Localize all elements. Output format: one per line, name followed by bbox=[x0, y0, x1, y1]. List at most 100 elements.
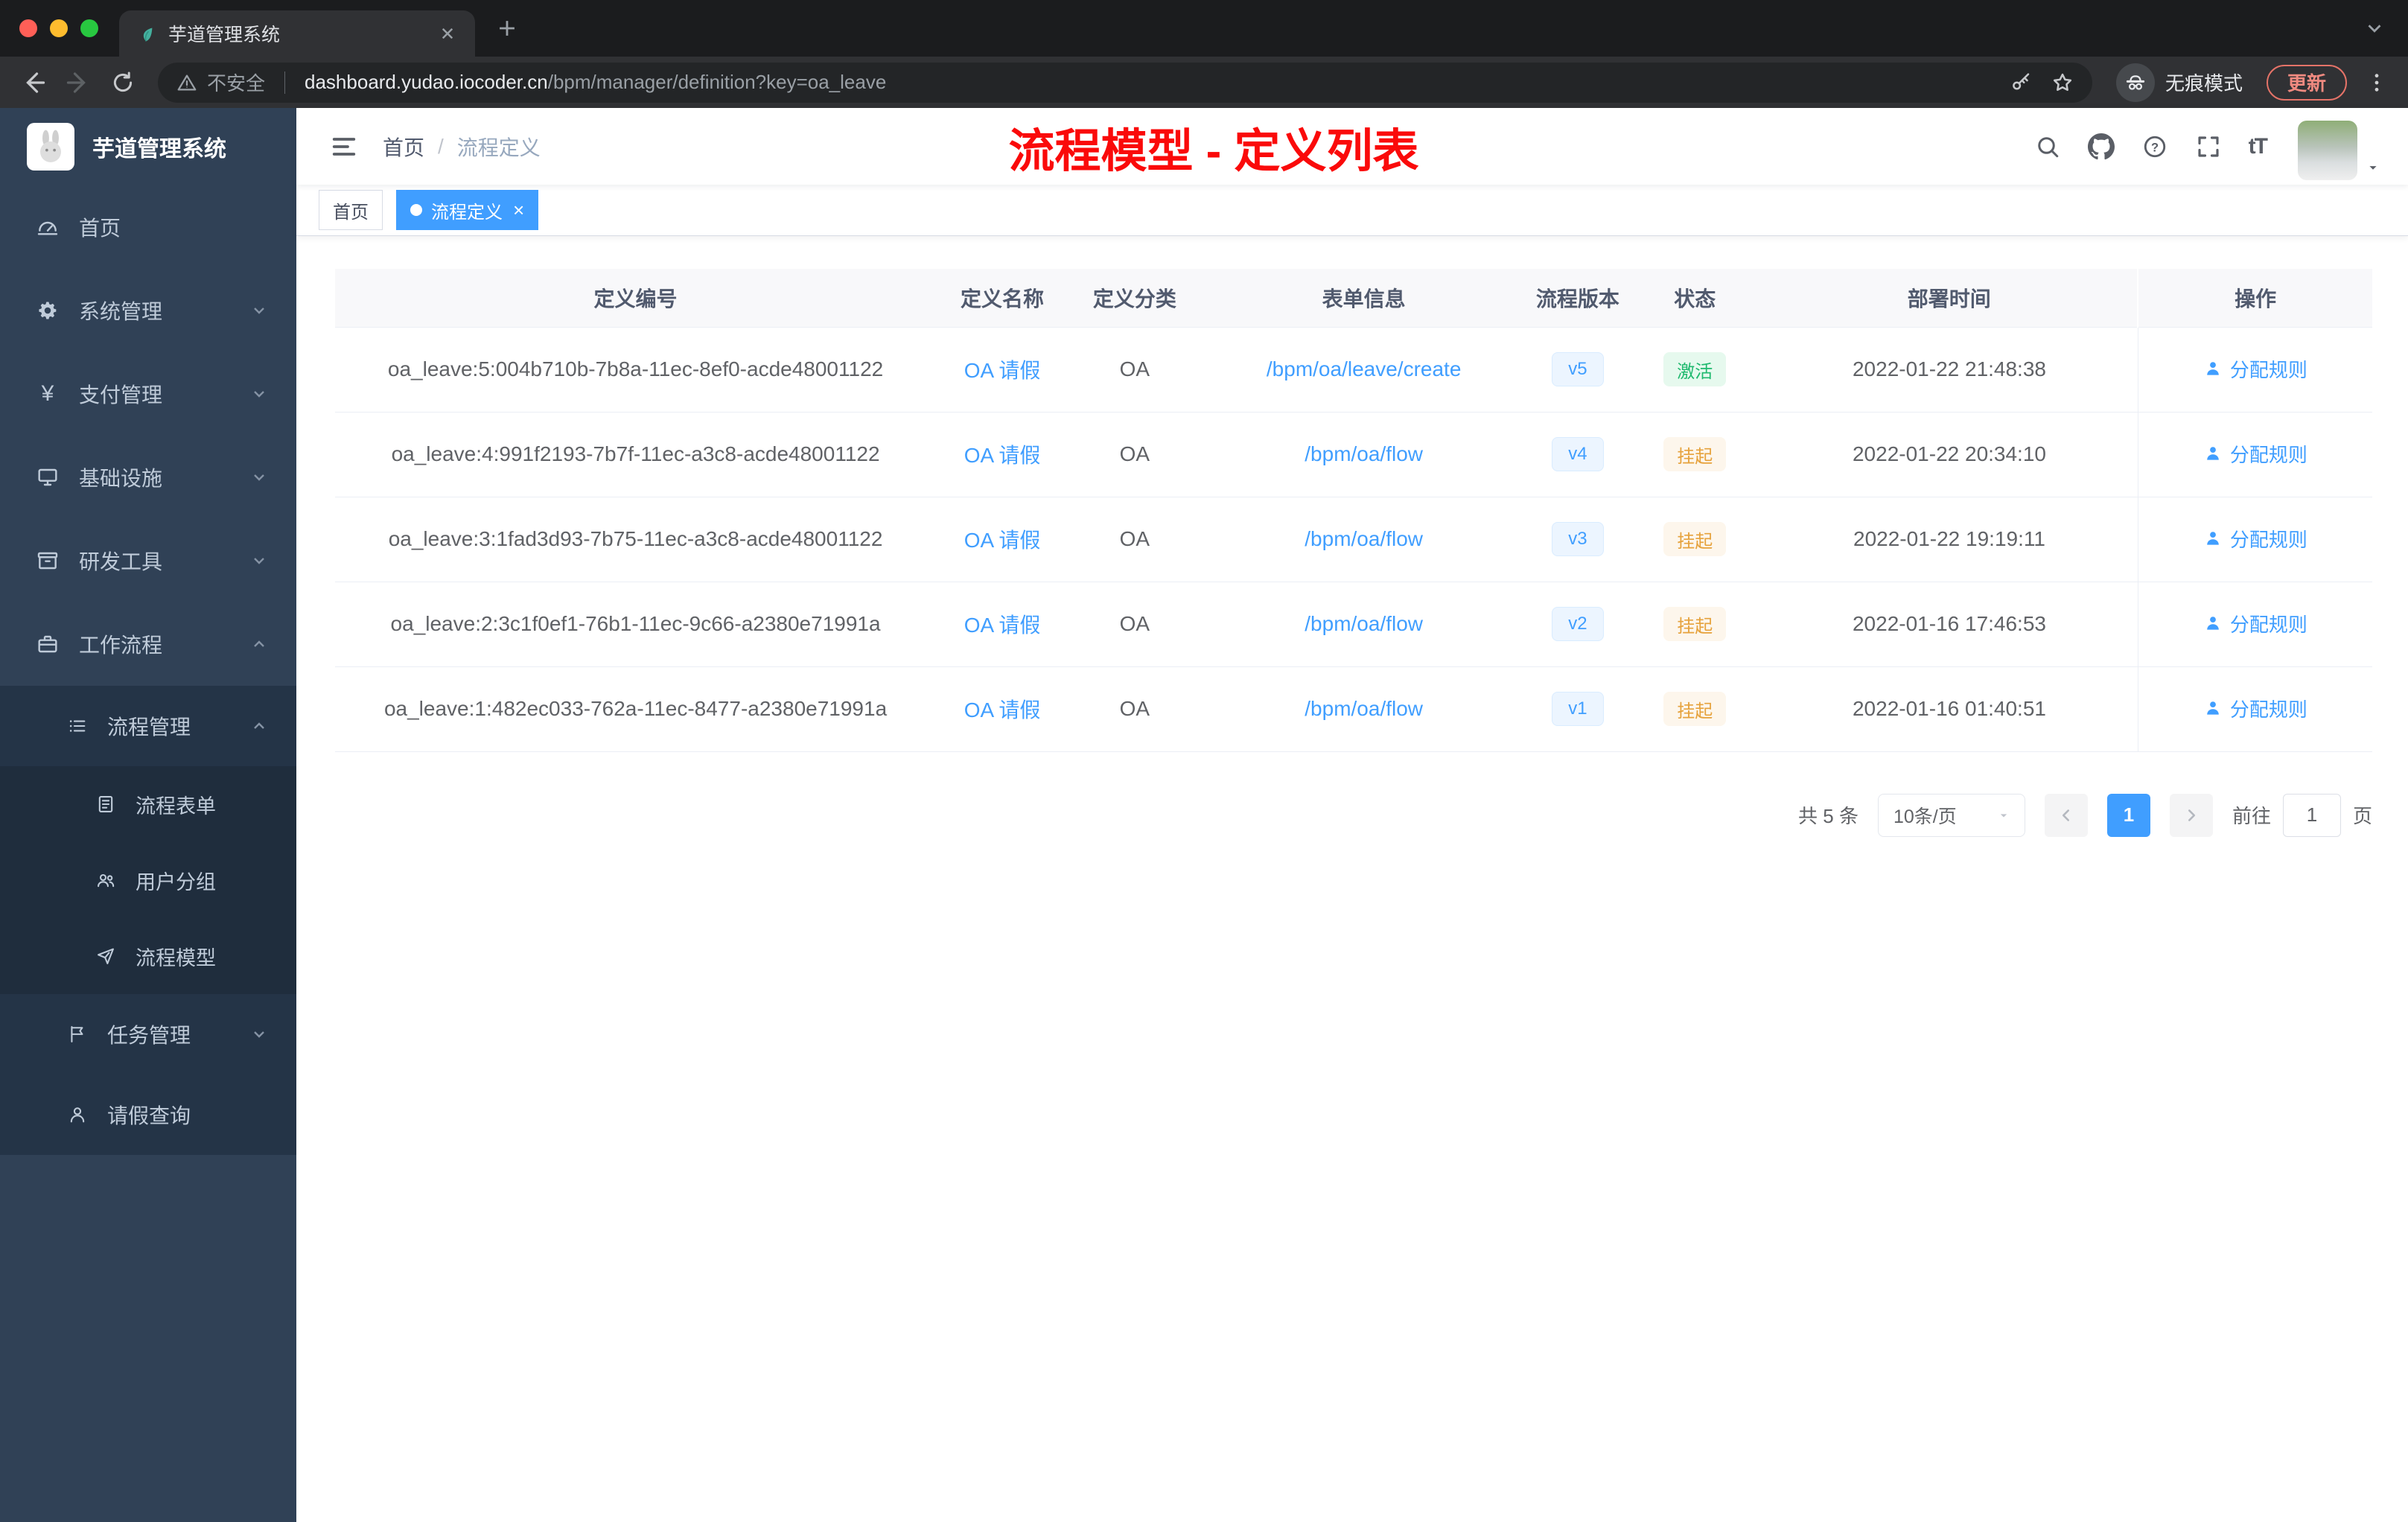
devtools-icon bbox=[37, 552, 58, 570]
new-tab-button[interactable] bbox=[485, 7, 529, 50]
status-cell: 挂起 bbox=[1628, 412, 1762, 497]
operation-cell: 分配规则 bbox=[2137, 497, 2372, 582]
forward-arrow-icon bbox=[66, 71, 86, 93]
back-button[interactable] bbox=[16, 66, 51, 100]
definition-name-link[interactable]: OA 请假 bbox=[964, 359, 1041, 382]
column-header: 定义分类 bbox=[1068, 269, 1201, 328]
assign-rule-link[interactable]: 分配规则 bbox=[2203, 355, 2307, 383]
hamburger-icon[interactable] bbox=[329, 132, 359, 162]
form-link[interactable]: /bpm/oa/leave/create bbox=[1267, 357, 1462, 380]
tab-search-button[interactable] bbox=[2363, 17, 2408, 39]
definition-name-link[interactable]: OA 请假 bbox=[964, 444, 1041, 467]
sidebar-item-workflow[interactable]: 工作流程 bbox=[0, 602, 296, 686]
definition-name-cell: OA 请假 bbox=[936, 582, 1068, 667]
help-icon[interactable]: ? bbox=[2141, 133, 2168, 160]
browser-menu-button[interactable] bbox=[2362, 71, 2392, 95]
security-label[interactable]: 不安全 bbox=[207, 69, 265, 96]
page-content: 定义编号 定义名称 定义分类 表单信息 流程版本 状态 部署时间 操作 oa_leave:5:… bbox=[296, 236, 2408, 837]
window-close-button[interactable] bbox=[19, 19, 37, 37]
table-body: oa_leave:5:004b710b-7b8a-11ec-8ef0-acde4… bbox=[335, 327, 2372, 752]
form-link[interactable]: /bpm/oa/flow bbox=[1305, 442, 1423, 465]
breadcrumb: 首页 / 流程定义 bbox=[383, 132, 541, 162]
definition-name-cell: OA 请假 bbox=[936, 497, 1068, 582]
sidebar-item-leave-query[interactable]: 请假查询 bbox=[0, 1074, 296, 1155]
tab-close-icon[interactable] bbox=[436, 22, 459, 45]
form-link[interactable]: /bpm/oa/flow bbox=[1305, 612, 1423, 635]
reload-button[interactable] bbox=[106, 66, 140, 100]
sidebar-item-payment-mgmt[interactable]: ¥ 支付管理 bbox=[0, 352, 296, 436]
rabbit-logo-icon bbox=[40, 130, 61, 162]
prev-page-button[interactable] bbox=[2044, 793, 2088, 837]
forward-button[interactable] bbox=[61, 66, 95, 100]
page-size-select[interactable]: 10条/页 bbox=[1877, 793, 2025, 837]
deploy-time-cell: 2022-01-22 21:48:38 bbox=[1761, 327, 2138, 413]
sidebar-item-home[interactable]: 首页 bbox=[0, 185, 296, 269]
table-row: oa_leave:1:482ec033-762a-11ec-8477-a2380… bbox=[335, 666, 2372, 752]
form-link[interactable]: /bpm/oa/flow bbox=[1305, 697, 1423, 720]
next-page-button[interactable] bbox=[2169, 793, 2213, 837]
table-row: oa_leave:4:991f2193-7b7f-11ec-a3c8-acde4… bbox=[335, 412, 2372, 497]
back-arrow-icon bbox=[26, 71, 45, 93]
sidebar-item-process-mgmt[interactable]: 流程管理 bbox=[0, 686, 296, 766]
definition-id-cell: oa_leave:1:482ec033-762a-11ec-8477-a2380… bbox=[335, 666, 937, 752]
github-icon[interactable] bbox=[2087, 133, 2115, 160]
definition-id-cell: oa_leave:4:991f2193-7b7f-11ec-a3c8-acde4… bbox=[335, 412, 937, 497]
definition-name-link[interactable]: OA 请假 bbox=[964, 614, 1041, 637]
status-badge: 激活 bbox=[1663, 352, 1727, 386]
sidebar-item-system-mgmt[interactable]: 系统管理 bbox=[0, 269, 296, 352]
sidebar-item-process-model[interactable]: 流程模型 bbox=[0, 918, 296, 994]
status-cell: 激活 bbox=[1628, 327, 1762, 413]
sidebar-logo[interactable]: 芋道管理系统 bbox=[0, 108, 296, 185]
caret-down-icon bbox=[2369, 165, 2377, 170]
window-minimize-button[interactable] bbox=[50, 19, 68, 37]
assign-rule-link[interactable]: 分配规则 bbox=[2203, 695, 2307, 722]
sidebar-item-user-group[interactable]: 用户分组 bbox=[0, 842, 296, 918]
deploy-time-cell: 2022-01-22 20:34:10 bbox=[1761, 412, 2138, 497]
url-text[interactable]: dashboard.yudao.iocoder.cn/bpm/manager/d… bbox=[305, 71, 2000, 94]
table-row: oa_leave:3:1fad3d93-7b75-11ec-a3c8-acde4… bbox=[335, 497, 2372, 582]
definition-id-cell: oa_leave:2:3c1f0ef1-76b1-11ec-9c66-a2380… bbox=[335, 582, 937, 667]
url-path: /bpm/manager/definition?key=oa_leave bbox=[547, 71, 887, 93]
bookmark-star-icon[interactable] bbox=[2051, 71, 2074, 95]
assign-rule-link[interactable]: 分配规则 bbox=[2203, 440, 2307, 468]
browser-tab[interactable]: 芋道管理系统 bbox=[119, 10, 475, 57]
assign-rule-link[interactable]: 分配规则 bbox=[2203, 525, 2307, 553]
sidebar-item-process-form[interactable]: 流程表单 bbox=[0, 766, 296, 842]
sidebar-item-task-mgmt[interactable]: 任务管理 bbox=[0, 994, 296, 1074]
browser-update-button[interactable]: 更新 bbox=[2266, 64, 2347, 101]
deploy-time-cell: 2022-01-22 19:19:11 bbox=[1761, 497, 2138, 582]
sidebar-item-devtools[interactable]: 研发工具 bbox=[0, 519, 296, 602]
form-link[interactable]: /bpm/oa/flow bbox=[1305, 527, 1423, 550]
window-zoom-button[interactable] bbox=[80, 19, 98, 37]
breadcrumb-home[interactable]: 首页 bbox=[383, 132, 424, 162]
goto-page-input[interactable] bbox=[2282, 793, 2341, 837]
column-header: 部署时间 bbox=[1761, 269, 2138, 328]
column-header: 操作 bbox=[2137, 269, 2372, 328]
goto-page: 前往 页 bbox=[2232, 793, 2372, 837]
user-avatar[interactable] bbox=[2298, 120, 2357, 180]
definition-name-link[interactable]: OA 请假 bbox=[964, 529, 1041, 552]
tag-home[interactable]: 首页 bbox=[319, 190, 383, 230]
browser-tab-strip: 芋道管理系统 bbox=[0, 0, 2408, 57]
fullscreen-icon[interactable] bbox=[2195, 133, 2222, 160]
assign-rule-link[interactable]: 分配规则 bbox=[2203, 610, 2307, 637]
address-bar[interactable]: 不安全 dashboard.yudao.iocoder.cn/bpm/manag… bbox=[158, 62, 2092, 103]
page-unit-label: 页 bbox=[2352, 805, 2372, 827]
search-icon[interactable] bbox=[2034, 133, 2061, 160]
font-size-icon[interactable]: tT bbox=[2249, 134, 2268, 159]
column-header: 定义名称 bbox=[936, 269, 1068, 328]
definition-id-cell: oa_leave:3:1fad3d93-7b75-11ec-a3c8-acde4… bbox=[335, 497, 937, 582]
password-key-icon[interactable] bbox=[2009, 71, 2033, 95]
user-menu[interactable] bbox=[2298, 113, 2381, 180]
sidebar-item-infrastructure[interactable]: 基础设施 bbox=[0, 436, 296, 519]
definition-category-cell: OA bbox=[1068, 497, 1201, 582]
page-1-button[interactable]: 1 bbox=[2106, 793, 2150, 837]
definition-name-link[interactable]: OA 请假 bbox=[964, 698, 1041, 722]
tag-close-icon[interactable]: × bbox=[513, 200, 524, 220]
chevron-down-icon bbox=[254, 558, 264, 564]
user-icon bbox=[2207, 447, 2219, 460]
tag-process-definition[interactable]: 流程定义 × bbox=[396, 190, 539, 230]
column-header: 流程版本 bbox=[1526, 269, 1629, 328]
process-version-cell: v5 bbox=[1526, 327, 1629, 413]
window-controls bbox=[0, 19, 119, 37]
